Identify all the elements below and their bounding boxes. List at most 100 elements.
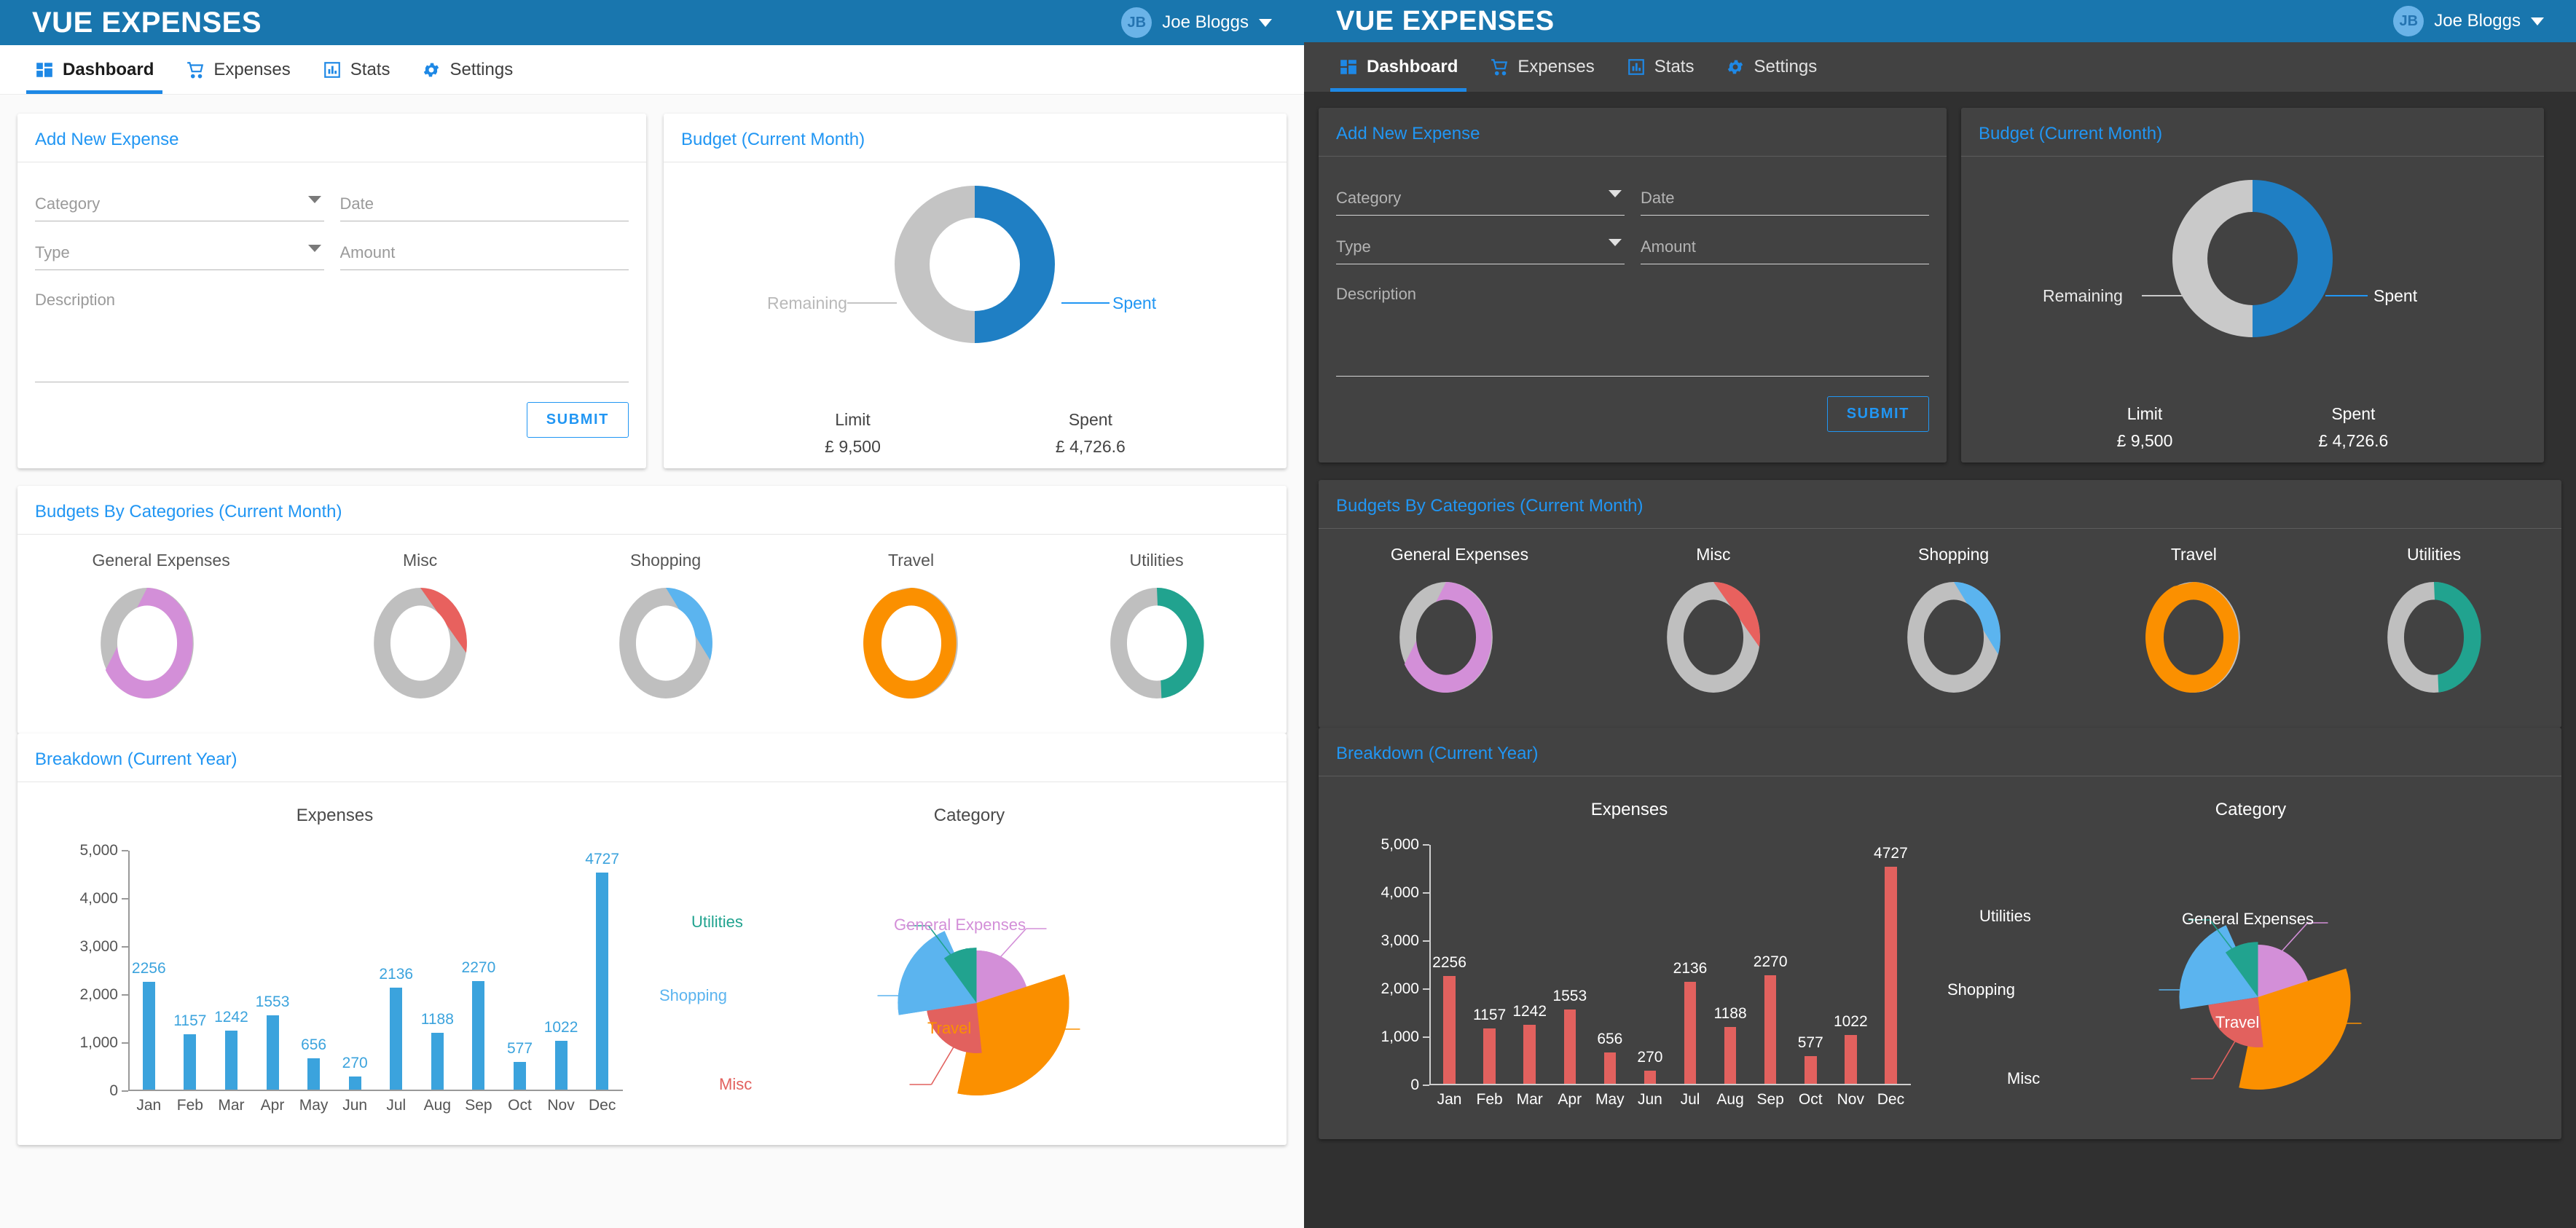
limit-label: Limit: [835, 410, 871, 429]
callout-line-remaining: [847, 302, 897, 304]
bar-value: 2270: [1753, 953, 1788, 971]
spent-stat: Spent £ 4,726.6: [1056, 410, 1126, 457]
expenses-chart-title: Expenses: [296, 806, 374, 825]
budget-chart-area: Remaining Spent Limit £ 9,500 Spent £ 4,: [664, 162, 1287, 468]
tab-dashboard[interactable]: Dashboard: [19, 45, 170, 94]
category-label: Shopping: [630, 551, 702, 570]
y-tick: 1,000: [1381, 1028, 1419, 1045]
bar-item: 1553: [252, 851, 294, 1090]
callout-line-spent: [1061, 302, 1110, 304]
category-select[interactable]: [1336, 183, 1625, 216]
bar-value: 4727: [585, 851, 619, 867]
amount-field: [1641, 224, 1929, 264]
date-field: [1641, 176, 1929, 216]
tab-expenses[interactable]: Expenses: [1474, 42, 1610, 92]
bar-item: 656: [293, 851, 334, 1090]
pie-label-shopping: Shopping: [1947, 980, 2015, 999]
bar-series: 2256 1157 1242 1553 656 270 2136 1188 22…: [128, 851, 623, 1090]
x-tick: Feb: [1476, 1091, 1503, 1108]
avatar: JB: [2393, 6, 2424, 36]
category-cell-misc: Misc: [1658, 545, 1769, 698]
add-expense-title: Add New Expense: [17, 114, 646, 162]
x-tick: May: [1595, 1091, 1625, 1108]
tab-settings[interactable]: Settings: [406, 45, 529, 94]
x-tick: Dec: [588, 1097, 616, 1114]
type-select[interactable]: [35, 237, 324, 270]
bar-value: 2256: [131, 960, 166, 977]
donut-shopping: [1907, 581, 2000, 693]
tab-dashboard[interactable]: Dashboard: [1323, 42, 1474, 92]
x-tick: Jun: [1638, 1091, 1662, 1108]
user-menu[interactable]: JB Joe Bloggs: [2393, 6, 2544, 36]
donut-general-expenses: [1399, 582, 1493, 693]
bar-series: 2256 1157 1242 1553 656 270 2136 1188 22…: [1429, 845, 1911, 1084]
amount-input[interactable]: [1641, 232, 1929, 264]
form-actions: SUBMIT: [1336, 396, 1929, 432]
category-budgets-title: Budgets By Categories (Current Month): [1319, 480, 2561, 529]
x-tick: Aug: [1716, 1091, 1744, 1108]
amount-field: [339, 230, 629, 270]
top-row-light: Add New Expense Category Date Type Amoun…: [17, 114, 1287, 468]
date-input[interactable]: [1641, 183, 1929, 216]
category-label: Travel: [888, 551, 935, 570]
bar-value: 1553: [255, 993, 290, 1010]
bar-value: 656: [301, 1036, 327, 1054]
dual-theme-screenshot: VUE EXPENSES JB Joe Bloggs Dashboard Exp…: [0, 0, 2576, 1228]
budget-donut-chart: [664, 177, 1287, 352]
category-budgets-card: Budgets By Categories (Current Month) Ge…: [1319, 480, 2561, 728]
tab-label: Stats: [350, 59, 390, 79]
budget-summary: Limit £ 9,500 Spent £ 4,726.6: [664, 410, 1287, 457]
category-select[interactable]: [35, 189, 324, 221]
y-tick: 1,000: [79, 1034, 118, 1051]
x-tick: Mar: [1516, 1091, 1543, 1108]
bar-value: 1188: [1713, 1004, 1747, 1022]
bar-item: 1157: [170, 851, 211, 1090]
tab-expenses[interactable]: Expenses: [170, 45, 306, 94]
category-budgets-title: Budgets By Categories (Current Month): [17, 486, 1287, 535]
tab-stats[interactable]: Stats: [307, 45, 407, 94]
budget-donut-chart: [1961, 171, 2544, 346]
tab-bar-dark: Dashboard Expenses Stats Settings: [1304, 42, 2576, 92]
tab-stats[interactable]: Stats: [1611, 42, 1711, 92]
category-pie-chart-wrap: Category General Expenses Travel Misc Sh…: [1940, 784, 2561, 1125]
x-axis-labels: Jan Feb Mar Apr May Jun Jul Aug Sep Oct: [1429, 1085, 1911, 1114]
category-label: Utilities: [1129, 551, 1184, 570]
breakdown-charts-dark: Expenses 0 1,000 2,000 3,000 4,000 5,000: [1319, 776, 2561, 1139]
pie-label-utilities: Utilities: [691, 913, 743, 931]
amount-col: [1641, 224, 1929, 273]
submit-button[interactable]: SUBMIT: [526, 402, 629, 438]
gear-icon: [1726, 58, 1745, 76]
category-polar-chart: General Expenses Travel Misc Shopping Ut…: [652, 846, 1287, 1130]
date-input[interactable]: [339, 189, 629, 221]
x-tick: Jul: [1680, 1091, 1700, 1108]
pie-label-general-expenses: General Expenses: [2182, 910, 2314, 928]
x-tick: Nov: [547, 1097, 575, 1114]
tab-settings[interactable]: Settings: [1710, 42, 1833, 92]
pie-label-travel: Travel: [927, 1019, 972, 1037]
amount-input[interactable]: [339, 237, 629, 270]
bar-value: 270: [1637, 1049, 1663, 1066]
user-menu[interactable]: JB Joe Bloggs: [1121, 7, 1272, 38]
budget-card: Budget (Current Month) Remaining Spent L…: [663, 114, 1287, 468]
avatar: JB: [1121, 7, 1152, 38]
description-input[interactable]: [35, 291, 629, 382]
budget-summary: Limit £ 9,500 Spent £ 4,726.6: [1961, 404, 2544, 451]
submit-button[interactable]: SUBMIT: [1826, 396, 1929, 432]
budget-title: Budget (Current Month): [1961, 108, 2544, 157]
donut-misc: [373, 587, 467, 698]
type-select[interactable]: [1336, 232, 1625, 264]
tab-label: Settings: [449, 59, 514, 79]
category-budgets-card: Budgets By Categories (Current Month) Ge…: [17, 486, 1287, 733]
user-name: Joe Bloggs: [2434, 11, 2521, 31]
y-tick: 5,000: [79, 842, 118, 859]
description-input[interactable]: [1336, 285, 1929, 377]
expenses-bar-chart-wrap: Expenses 0 1,000 2,000 3,000 4,000 5,000: [17, 790, 652, 1130]
bar-item: 1242: [1509, 845, 1550, 1084]
expenses-chart-title: Expenses: [1590, 800, 1668, 819]
category-donut-row-dark: General Expenses Misc Shopping Travel Ut…: [1319, 529, 2561, 728]
tab-label: Expenses: [213, 59, 291, 79]
category-polar-chart: General Expenses Travel Misc Shopping Ut…: [1940, 841, 2561, 1125]
x-axis-labels: Jan Feb Mar Apr May Jun Jul Aug Sep Oct: [128, 1091, 623, 1120]
donut-label-spent: Spent: [1112, 294, 1157, 312]
bar-item: 2256: [1429, 845, 1469, 1084]
